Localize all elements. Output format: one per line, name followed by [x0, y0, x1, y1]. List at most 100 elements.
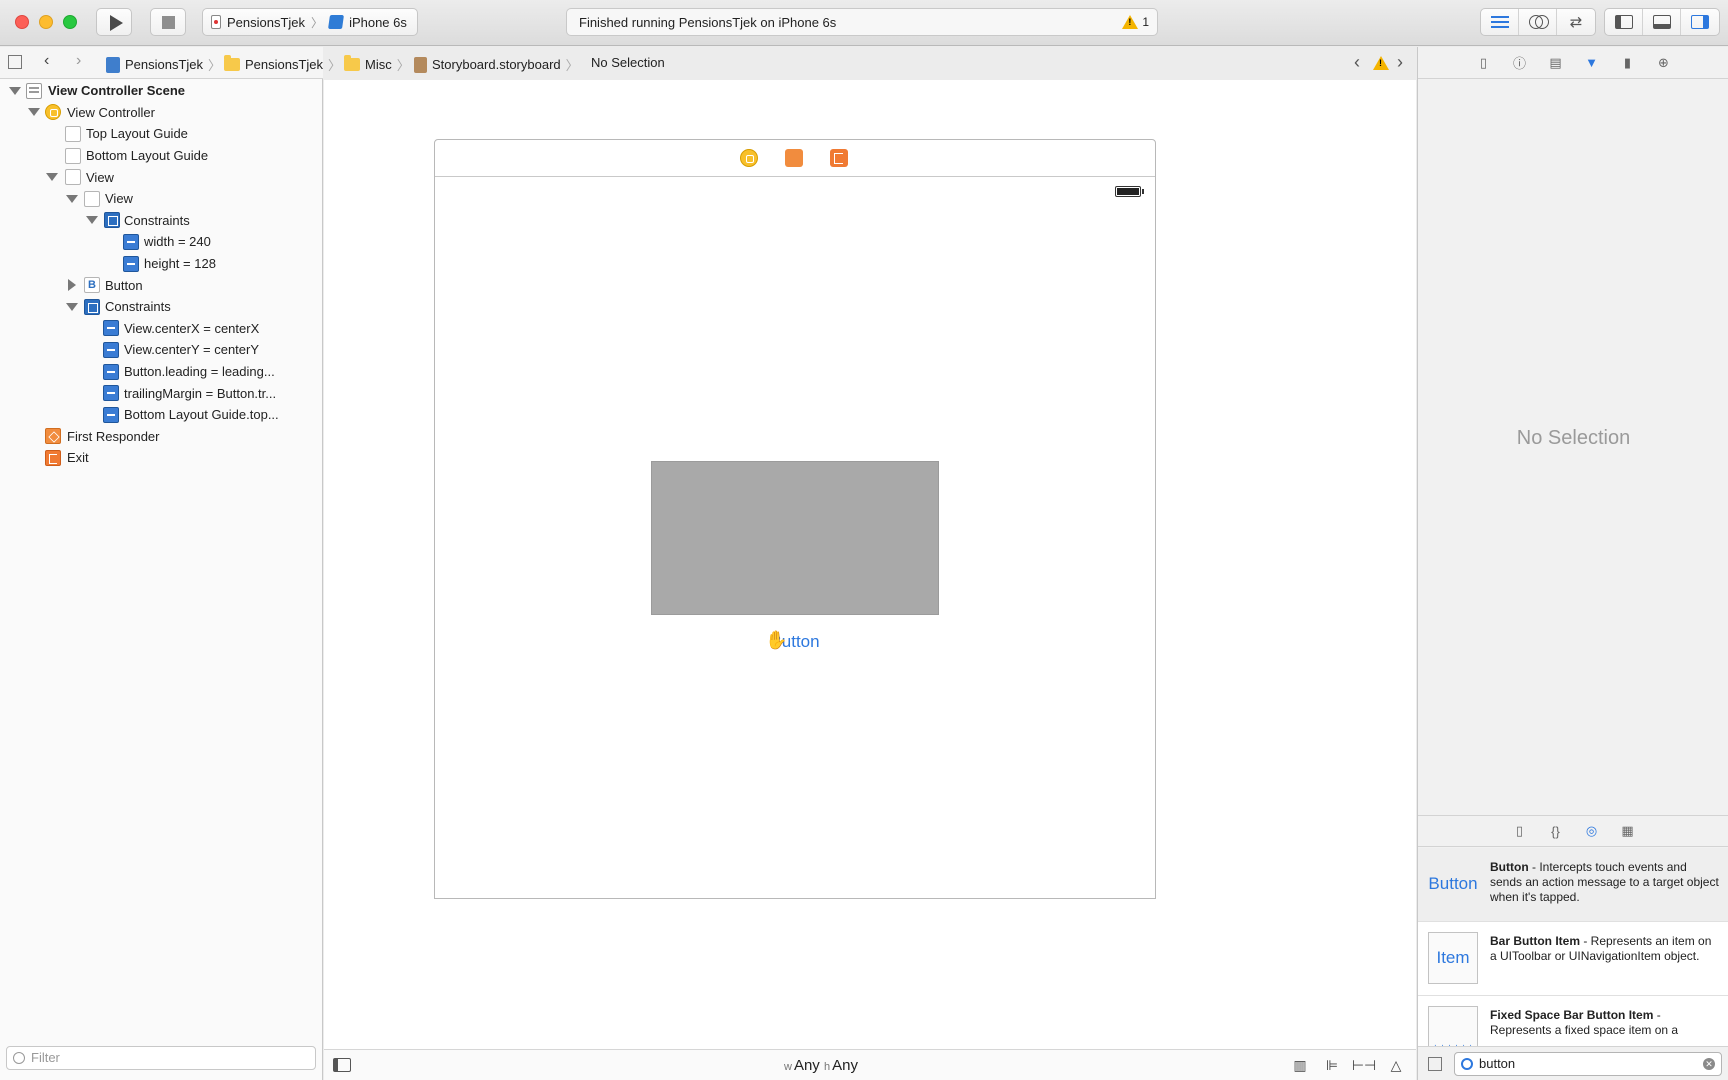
- library-item[interactable]: ┴┴┴┴┴┴ Fixed Space Bar Button Item - Rep…: [1418, 996, 1728, 1046]
- outline-row-constraint[interactable]: width = 240: [0, 231, 323, 253]
- quick-help-icon[interactable]: ⓘ: [1510, 53, 1530, 73]
- toggle-debug-area-button[interactable]: [1643, 9, 1681, 35]
- disclosure-triangle-icon[interactable]: [86, 216, 98, 225]
- disclosure-triangle-icon[interactable]: [66, 302, 78, 311]
- toggle-navigator-button[interactable]: [1605, 9, 1643, 35]
- outline-label: View Controller: [67, 104, 155, 120]
- minimize-window-button[interactable]: [39, 15, 53, 29]
- disclosure-triangle-icon[interactable]: [28, 108, 40, 117]
- object-library-list: Button Button - Intercepts touch events …: [1418, 848, 1728, 1046]
- exit-icon[interactable]: [830, 149, 848, 167]
- scheme-name: PensionsTjek: [227, 14, 306, 30]
- interface-builder-canvas[interactable]: Button ✋: [324, 80, 1416, 1050]
- outline-label: View.centerY = centerY: [124, 342, 260, 358]
- disclosure-triangle-icon[interactable]: [68, 279, 76, 292]
- library-item-thumbnail: Button: [1428, 874, 1478, 893]
- version-editor-button[interactable]: ⇄: [1557, 9, 1595, 35]
- library-item-name: Button: [1490, 860, 1529, 874]
- library-tabs: ▯ {} ◎ ▦: [1418, 815, 1728, 847]
- storyboard-icon: [414, 56, 427, 73]
- align-icon[interactable]: ⊫: [1322, 1056, 1342, 1074]
- outline-row-view-controller[interactable]: View Controller: [0, 102, 323, 124]
- run-button[interactable]: [96, 8, 132, 36]
- close-window-button[interactable]: [15, 15, 29, 29]
- storyboard-button[interactable]: Button: [725, 632, 865, 652]
- app-scheme-icon: [211, 15, 221, 29]
- view-controller-scene[interactable]: Button ✋: [434, 139, 1156, 899]
- library-item-description: Fixed Space Bar Button Item - Represents…: [1490, 1008, 1719, 1038]
- zoom-window-button[interactable]: [63, 15, 77, 29]
- outline-row-view[interactable]: View: [0, 166, 323, 188]
- outline-row-first-responder[interactable]: First Responder: [0, 426, 323, 448]
- layout-guide-icon: [65, 125, 81, 142]
- standard-editor-button[interactable]: [1481, 9, 1519, 35]
- no-selection-label: No Selection: [1516, 427, 1631, 449]
- first-responder-icon[interactable]: [785, 149, 803, 167]
- outline-filter-field[interactable]: Filter: [6, 1046, 316, 1070]
- media-library-icon[interactable]: ▦: [1618, 821, 1638, 841]
- library-item[interactable]: Item Bar Button Item - Represents an ite…: [1418, 922, 1728, 996]
- outline-row-constraints[interactable]: Constraints: [0, 210, 323, 232]
- editor-mode-control: ⇄: [1480, 8, 1596, 36]
- clear-search-icon[interactable]: ✕: [1703, 1058, 1715, 1070]
- gray-placeholder-view[interactable]: [651, 461, 939, 615]
- assistant-editor-button[interactable]: [1519, 9, 1557, 35]
- file-inspector-icon[interactable]: ▯: [1474, 53, 1494, 73]
- stack-icon[interactable]: ▥: [1290, 1056, 1310, 1074]
- device-icon: [328, 15, 345, 29]
- outline-label: Button.leading = leading...: [124, 364, 275, 380]
- toggle-document-outline-icon[interactable]: [333, 1058, 351, 1072]
- standard-editor-icon: [1490, 16, 1509, 28]
- size-class-control[interactable]: w Any h Any: [784, 1057, 858, 1074]
- outline-row-constraint[interactable]: Button.leading = leading...: [0, 361, 323, 383]
- outline-row-constraint[interactable]: View.centerX = centerX: [0, 318, 323, 340]
- outline-row-top-layout-guide[interactable]: Top Layout Guide: [0, 123, 323, 145]
- crumb-label: No Selection: [591, 55, 665, 70]
- outline-row-scene[interactable]: View Controller Scene: [0, 80, 323, 102]
- file-template-icon[interactable]: ▯: [1510, 821, 1530, 841]
- device-name: iPhone 6s: [349, 14, 407, 30]
- outline-row-constraint[interactable]: Bottom Layout Guide.top...: [0, 404, 323, 426]
- outline-row-constraint[interactable]: height = 128: [0, 253, 323, 275]
- outline-label: Exit: [67, 450, 89, 466]
- warning-indicator[interactable]: 1: [1122, 15, 1149, 29]
- resolve-issues-icon[interactable]: △: [1386, 1056, 1406, 1074]
- jump-bar-group[interactable]: PensionsTjek 〉: [224, 55, 341, 74]
- toggle-utilities-button[interactable]: [1681, 9, 1719, 35]
- outline-row-constraints[interactable]: Constraints: [0, 296, 323, 318]
- connections-inspector-icon[interactable]: ⊕: [1654, 53, 1674, 73]
- jump-bar-selection[interactable]: No Selection: [591, 55, 665, 70]
- outline-row-subview[interactable]: View: [0, 188, 323, 210]
- window-toolbar: PensionsTjek 〉 iPhone 6s Finished runnin…: [0, 0, 1728, 46]
- chevron-right-icon: 〉: [565, 58, 579, 73]
- outline-row-exit[interactable]: Exit: [0, 447, 323, 469]
- object-library-icon[interactable]: ◎: [1582, 821, 1602, 841]
- library-search-field[interactable]: button ✕: [1454, 1052, 1722, 1076]
- stop-button[interactable]: [150, 8, 186, 36]
- size-inspector-icon[interactable]: ▮: [1618, 53, 1638, 73]
- attributes-inspector-icon[interactable]: ▼: [1582, 53, 1602, 73]
- library-item-name: Fixed Space Bar Button Item: [1490, 1008, 1654, 1022]
- outline-row-bottom-layout-guide[interactable]: Bottom Layout Guide: [0, 145, 323, 167]
- view-controller-icon[interactable]: [740, 149, 758, 167]
- issue-warning-icon[interactable]: [1373, 56, 1389, 70]
- previous-issue-icon[interactable]: ‹: [1354, 52, 1360, 73]
- identity-inspector-icon[interactable]: ▤: [1546, 53, 1566, 73]
- outline-row-constraint[interactable]: View.centerY = centerY: [0, 339, 323, 361]
- disclosure-triangle-icon[interactable]: [46, 173, 58, 182]
- exit-icon: [45, 449, 61, 466]
- grid-view-icon[interactable]: [1428, 1057, 1442, 1071]
- jump-bar-storyboard[interactable]: Storyboard.storyboard 〉: [414, 55, 579, 74]
- code-snippet-icon[interactable]: {}: [1546, 821, 1566, 841]
- pin-icon[interactable]: ⊢⊣: [1352, 1056, 1376, 1074]
- document-outline: ‹ › View Controller Scene View Controlle…: [0, 47, 323, 1080]
- next-issue-icon[interactable]: ›: [1397, 52, 1403, 73]
- disclosure-triangle-icon[interactable]: [66, 194, 78, 203]
- disclosure-triangle-icon[interactable]: [9, 86, 21, 95]
- outline-row-button[interactable]: B Button: [0, 274, 323, 296]
- outline-row-constraint[interactable]: trailingMargin = Button.tr...: [0, 382, 323, 404]
- scheme-selector[interactable]: PensionsTjek 〉 iPhone 6s: [202, 8, 418, 36]
- jump-bar-project[interactable]: PensionsTjek 〉: [106, 55, 221, 74]
- library-item[interactable]: Button Button - Intercepts touch events …: [1418, 848, 1728, 922]
- jump-bar-misc[interactable]: Misc 〉: [344, 55, 410, 74]
